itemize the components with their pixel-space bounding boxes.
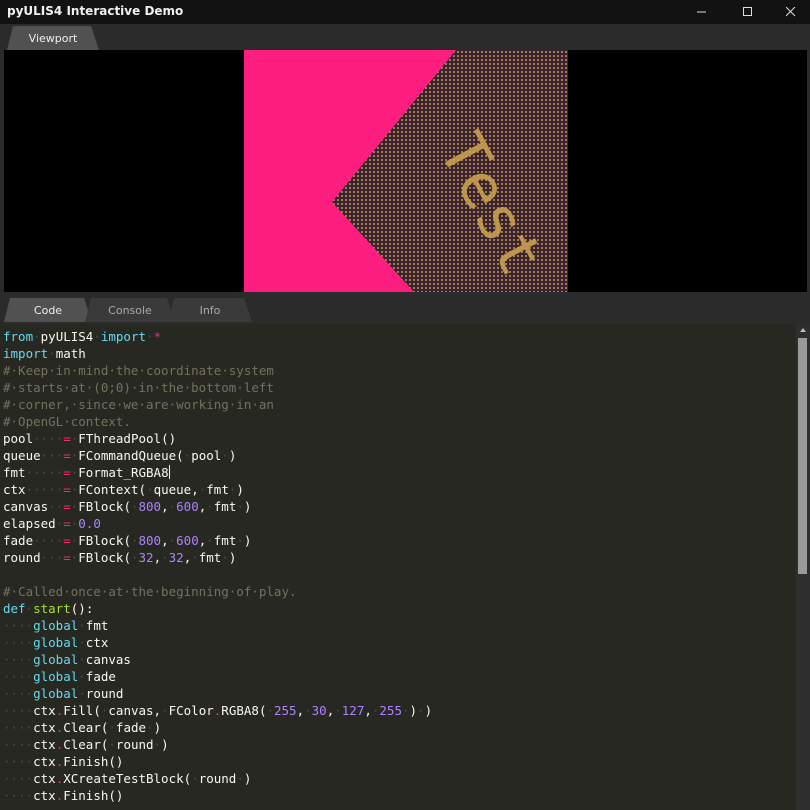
close-button[interactable] [769,0,810,24]
code-line[interactable]: pool····=·FThreadPool() [3,430,176,447]
code-line[interactable]: #·OpenGL·context. [3,413,131,430]
maximize-icon [743,7,752,16]
editor-scrollbar[interactable] [796,324,810,810]
code-editor[interactable]: from·pyULIS4·import·* import·math #·Keep·i… [0,324,796,810]
title-bar: pyULIS4 Interactive Demo [0,0,810,24]
code-line[interactable]: ····ctx.XCreateTestBlock(·round·) [3,770,251,787]
code-line[interactable]: ····global·round [3,685,123,702]
tab-viewport[interactable]: Viewport [7,26,99,50]
tab-code-label: Code [33,304,63,317]
tab-console[interactable]: Console [85,298,175,322]
scroll-up-icon[interactable] [796,324,810,336]
viewport-panel: Viewport Test [0,24,810,296]
code-line[interactable]: fmt·····=·Format_RGBA8 [3,464,170,481]
code-line[interactable]: #·starts·at·(0;0)·in·the·bottom·left [3,379,274,396]
close-icon [786,7,796,17]
code-line[interactable]: ····ctx.Finish() [3,753,123,770]
code-line[interactable]: ctx·····=·FContext(·queue,·fmt·) [3,481,244,498]
code-line[interactable]: ····ctx.Finish() [3,787,123,804]
render-canvas[interactable]: Test [244,50,568,292]
code-line[interactable]: #·Called·once·at·the·beginning·of·play. [3,583,297,600]
code-line[interactable]: ····ctx.Clear(·fade·) [3,719,161,736]
code-line[interactable]: ····global·fade [3,668,116,685]
scroll-thumb[interactable] [798,338,807,574]
code-line[interactable]: queue···=·FCommandQueue(·pool·) [3,447,236,464]
code-line[interactable]: #·corner,·since·we·are·working·in·an [3,396,274,413]
code-line[interactable]: ····ctx.Fill(·canvas,·FColor.RGBA8(·255,… [3,702,432,719]
code-line[interactable]: import·math [3,345,86,362]
viewport[interactable]: Test [4,50,807,292]
code-line[interactable]: ····ctx.Clear(·round·) [3,736,169,753]
tab-code[interactable]: Code [4,298,92,322]
editor-panel: Code Console Info from·pyULIS4·import·* i… [0,296,810,810]
window-title: pyULIS4 Interactive Demo [7,4,184,18]
code-line[interactable]: round···=·FBlock(·32,·32,·fmt·) [3,549,236,566]
tab-info[interactable]: Info [168,298,252,322]
code-line[interactable]: ····global·canvas [3,651,131,668]
maximize-button[interactable] [726,0,770,24]
minimize-icon [697,11,706,13]
code-line[interactable]: canvas··=·FBlock(·800,·600,·fmt·) [3,498,251,515]
minimize-button[interactable] [680,0,724,24]
test-block-render: Test [332,50,568,292]
code-line[interactable]: ····global·ctx [3,634,108,651]
code-line[interactable]: from·pyULIS4·import·* [3,328,161,345]
text-caret [168,465,170,479]
code-line[interactable]: def·start(): [3,600,93,617]
tab-viewport-label: Viewport [28,32,78,45]
code-line[interactable]: elapsed·=·0.0 [3,515,101,532]
tab-info-label: Info [199,304,221,317]
tab-console-label: Console [108,304,152,317]
code-line[interactable]: ····global·fmt [3,617,108,634]
code-line[interactable]: fade····=·FBlock(·800,·600,·fmt·) [3,532,251,549]
code-line[interactable]: #·Keep·in·mind·the·coordinate·system [3,362,274,379]
